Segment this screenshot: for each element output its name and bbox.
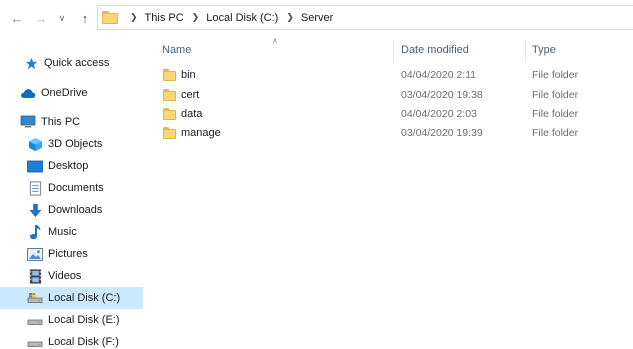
sidebar-item-label: Music	[48, 226, 77, 238]
sidebar-item-label: Pictures	[48, 248, 88, 260]
file-row-manage[interactable]: manage 03/04/2020 19:39 File folder	[145, 124, 633, 143]
folder-icon	[163, 88, 177, 102]
sidebar-item-3d-objects[interactable]: 3D Objects	[0, 133, 143, 155]
breadcrumb-separator-icon[interactable]: ❯	[286, 12, 294, 23]
sidebar-item-label: Quick access	[44, 57, 110, 69]
sidebar-item-label: OneDrive	[41, 87, 88, 99]
cloud-icon	[20, 85, 36, 101]
file-row-data[interactable]: data 04/04/2020 2:03 File folder	[145, 105, 633, 124]
music-note-icon	[27, 224, 43, 240]
sidebar-item-label: Local Disk (E:)	[48, 314, 120, 326]
file-name: bin	[181, 69, 196, 81]
sidebar-item-documents[interactable]: Documents	[0, 177, 143, 199]
address-bar[interactable]: ❯ This PC ❯ Local Disk (C:) ❯ Server	[97, 5, 633, 30]
sidebar-item-label: Local Disk (C:)	[48, 292, 121, 304]
column-header-type[interactable]: Type	[532, 36, 632, 64]
breadcrumb-server[interactable]: Server	[301, 12, 333, 24]
sidebar-item-label: Documents	[48, 182, 104, 194]
file-type: File folder	[532, 108, 579, 120]
sidebar-item-desktop[interactable]: Desktop	[0, 155, 143, 177]
column-header-label: Name	[162, 44, 192, 56]
sidebar-item-local-disk-c[interactable]: Local Disk (C:)	[0, 287, 143, 309]
file-date-modified: 04/04/2020 2:03	[401, 108, 477, 120]
file-row-cert[interactable]: cert 03/04/2020 19:38 File folder	[145, 86, 633, 105]
sidebar-item-quick-access[interactable]: Quick access	[0, 52, 143, 74]
star-icon	[23, 55, 39, 71]
breadcrumb-separator-icon[interactable]: ❯	[192, 12, 200, 23]
sidebar-item-label: Desktop	[48, 160, 89, 172]
navigation-bar: ← → ∨ ↑ ❯ This PC ❯ Local Disk (C:) ❯ Se…	[0, 0, 633, 36]
drive-icon	[27, 312, 43, 328]
drive-icon	[27, 290, 43, 306]
folder-icon	[163, 107, 177, 121]
file-type: File folder	[532, 69, 579, 81]
file-date-modified: 04/04/2020 2:11	[401, 69, 477, 81]
picture-icon	[27, 246, 43, 262]
recent-locations-chevron-icon[interactable]: ∨	[56, 8, 68, 28]
up-arrow-icon[interactable]: ↑	[76, 8, 94, 28]
document-icon	[27, 180, 43, 196]
file-type: File folder	[532, 89, 579, 101]
sidebar-item-music[interactable]: Music	[0, 221, 143, 243]
file-date-modified: 03/04/2020 19:38	[401, 89, 483, 101]
download-arrow-icon	[27, 202, 43, 218]
navigation-pane: Quick access OneDrive This PC 3D Objects…	[0, 36, 145, 349]
sidebar-item-label: This PC	[41, 116, 81, 128]
column-header-date-modified[interactable]: Date modified	[401, 36, 526, 64]
sidebar-item-label: Downloads	[48, 204, 103, 216]
computer-icon	[20, 114, 36, 130]
file-name: manage	[181, 127, 221, 139]
file-list: ∧ Name Date modified Type bin 04/04/2020…	[145, 36, 633, 349]
column-divider[interactable]	[393, 40, 394, 62]
file-name: data	[181, 108, 203, 120]
breadcrumb-separator-icon[interactable]: ❯	[130, 12, 138, 23]
sidebar-item-this-pc[interactable]: This PC	[0, 111, 143, 133]
sidebar-item-downloads[interactable]: Downloads	[0, 199, 143, 221]
sidebar-item-pictures[interactable]: Pictures	[0, 243, 143, 265]
sidebar-item-local-disk-f[interactable]: Local Disk (F:)	[0, 331, 143, 349]
forward-arrow-icon[interactable]: →	[32, 8, 50, 28]
film-icon	[27, 268, 43, 284]
column-header-label: Type	[532, 44, 556, 56]
desktop-icon	[27, 158, 43, 174]
breadcrumb-local-disk-c[interactable]: Local Disk (C:)	[206, 12, 278, 24]
drive-icon	[27, 334, 43, 349]
breadcrumb-this-pc[interactable]: This PC	[145, 12, 184, 24]
file-date-modified: 03/04/2020 19:39	[401, 127, 483, 139]
column-header-label: Date modified	[401, 44, 469, 56]
column-header-name[interactable]: Name	[162, 36, 392, 64]
sidebar-item-local-disk-e[interactable]: Local Disk (E:)	[0, 309, 143, 331]
folder-icon	[163, 126, 177, 140]
sidebar-item-onedrive[interactable]: OneDrive	[0, 82, 143, 104]
column-divider[interactable]	[525, 40, 526, 62]
folder-icon	[163, 68, 177, 82]
back-arrow-icon[interactable]: ←	[8, 8, 26, 28]
file-name: cert	[181, 89, 200, 101]
cube-icon	[27, 136, 43, 152]
file-row-bin[interactable]: bin 04/04/2020 2:11 File folder	[145, 66, 633, 85]
sidebar-item-label: Videos	[48, 270, 82, 282]
sidebar-item-videos[interactable]: Videos	[0, 265, 143, 287]
sidebar-item-label: Local Disk (F:)	[48, 336, 119, 348]
folder-icon	[102, 11, 118, 24]
file-type: File folder	[532, 127, 579, 139]
sidebar-item-label: 3D Objects	[48, 138, 103, 150]
